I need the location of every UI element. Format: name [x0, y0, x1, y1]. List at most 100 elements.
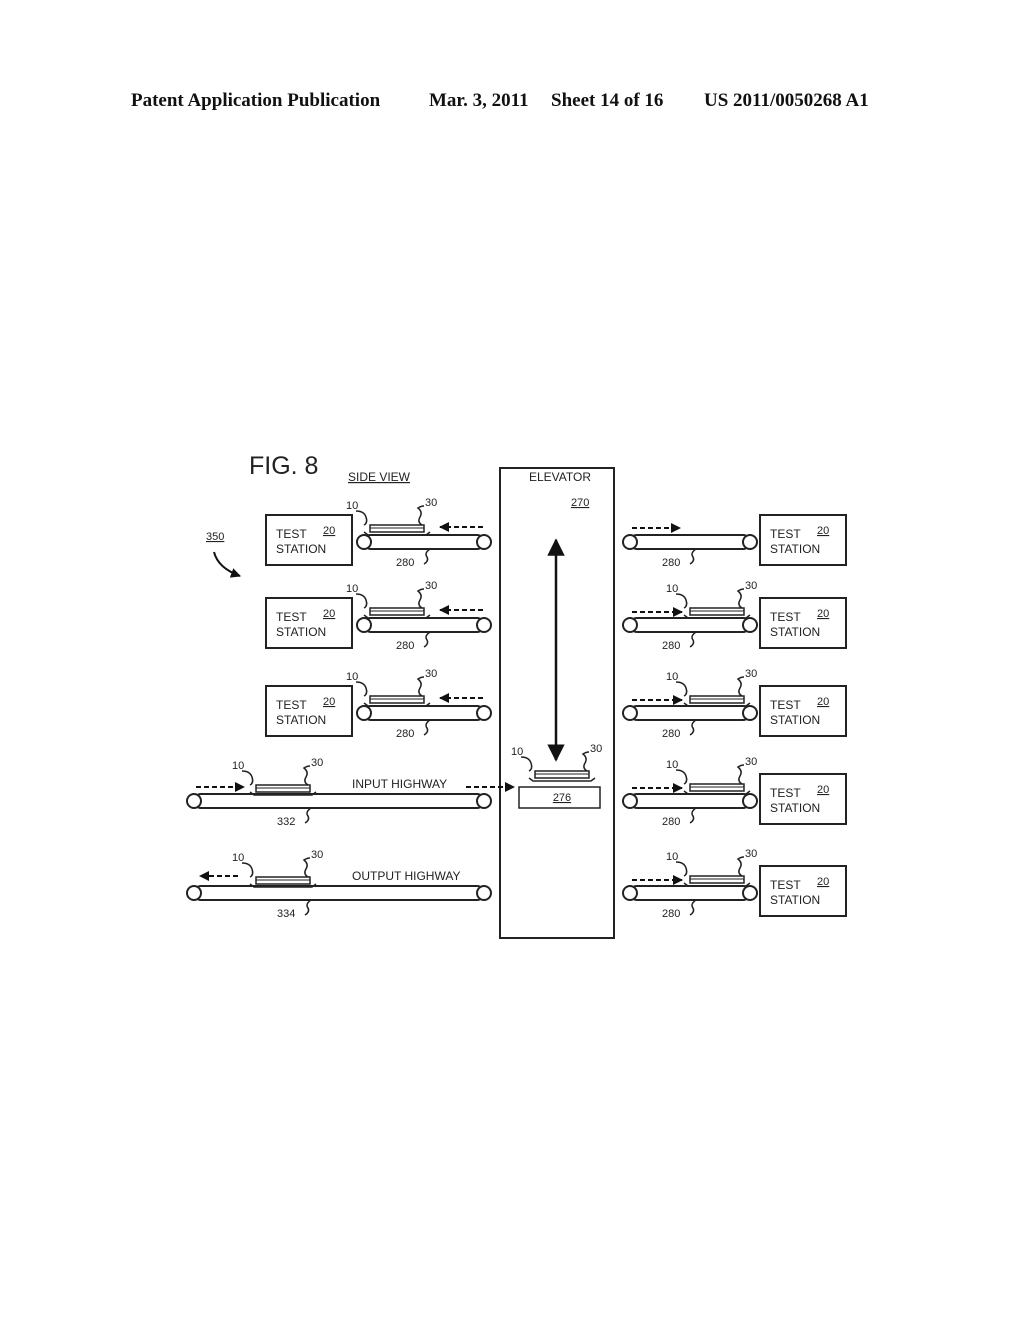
- device-ref-leader: [675, 769, 688, 785]
- test-station-label: TEST: [770, 878, 801, 892]
- conveyor-ref: 280: [662, 640, 680, 652]
- carrier-ref-leader: [302, 765, 311, 786]
- test-station-ref: 20: [817, 608, 829, 620]
- carrier-ref-leader: [581, 751, 590, 772]
- conveyor-roller: [476, 705, 492, 721]
- conveyor-ref: 280: [396, 557, 414, 569]
- carrier-ref: 30: [745, 756, 757, 768]
- conveyor-belt: [193, 885, 485, 901]
- conveyor-belt: [193, 793, 485, 809]
- device-ref-leader: [355, 510, 368, 526]
- conveyor-ref-leader: [423, 719, 431, 736]
- conveyor-belt: [629, 617, 751, 633]
- conveyor-ref-leader: [423, 548, 431, 565]
- carrier-ref-leader: [302, 857, 311, 878]
- conveyor-roller: [622, 793, 638, 809]
- test-station-label: TEST: [276, 527, 307, 541]
- view-label: SIDE VIEW: [348, 470, 411, 484]
- test-station-label: TEST: [770, 610, 801, 624]
- conveyor-roller: [622, 617, 638, 633]
- carrier-ref-leader: [736, 676, 745, 697]
- system-ref-pointer: [213, 551, 241, 578]
- conveyor-roller: [622, 534, 638, 550]
- conveyor-ref: 280: [396, 728, 414, 740]
- device-ref: 10: [346, 500, 358, 512]
- carrier-ref: 30: [425, 497, 437, 509]
- device-ref: 10: [666, 759, 678, 771]
- test-station-label: TEST: [770, 698, 801, 712]
- conveyor-belt: [363, 705, 485, 721]
- device-ref: 10: [232, 852, 244, 864]
- conveyor-ref-leader: [689, 719, 697, 736]
- carrier-ref: 30: [745, 580, 757, 592]
- conveyor-roller: [356, 617, 372, 633]
- conveyor-ref-leader: [304, 899, 312, 916]
- conveyor-roller: [622, 705, 638, 721]
- device-ref-leader: [520, 756, 533, 772]
- figure-title: FIG. 8: [249, 452, 318, 480]
- conveyor-roller: [476, 793, 492, 809]
- conveyor-ref: 280: [662, 816, 680, 828]
- conveyor-roller: [742, 617, 758, 633]
- conveyor-ref-leader: [689, 548, 697, 565]
- carrier-ref-leader: [736, 856, 745, 877]
- test-station-label: STATION: [276, 713, 326, 727]
- conveyor-ref: 280: [662, 557, 680, 569]
- test-station-label: STATION: [276, 625, 326, 639]
- conveyor-belt: [629, 534, 751, 550]
- test-station-ref: 20: [817, 784, 829, 796]
- device-ref: 10: [666, 851, 678, 863]
- carrier-ref: 30: [425, 580, 437, 592]
- conveyor-roller: [742, 885, 758, 901]
- conveyor-roller: [356, 705, 372, 721]
- elevator-platform-ref: 276: [553, 792, 571, 804]
- test-station-label: STATION: [770, 713, 820, 727]
- conveyor-roller: [186, 793, 202, 809]
- test-station-label: TEST: [770, 786, 801, 800]
- device-ref-leader: [675, 681, 688, 697]
- elevator-label: ELEVATOR: [529, 470, 591, 484]
- system-ref: 350: [206, 531, 224, 543]
- device-ref: 10: [511, 746, 523, 758]
- conveyor-ref-leader: [689, 899, 697, 916]
- test-station-label: STATION: [770, 542, 820, 556]
- figure-8-diagram: FIG. 8 SIDE VIEW 350 ELEVATOR 270 276 TE…: [186, 452, 847, 939]
- carrier-ref-leader: [416, 676, 425, 697]
- carrier-ref: 30: [590, 743, 602, 755]
- test-station-label: TEST: [276, 610, 307, 624]
- device-ref: 10: [232, 760, 244, 772]
- carrier-ref: 30: [425, 668, 437, 680]
- conveyor-ref-leader: [689, 631, 697, 648]
- conveyor-ref: 280: [662, 728, 680, 740]
- carrier-ref-leader: [736, 764, 745, 785]
- conveyor-roller: [476, 885, 492, 901]
- test-station-label: STATION: [770, 893, 820, 907]
- conveyor-ref: 334: [277, 908, 295, 920]
- conveyor-belt: [363, 617, 485, 633]
- conveyor-belt: [629, 705, 751, 721]
- conveyor-belt: [629, 885, 751, 901]
- test-station-ref: 20: [323, 696, 335, 708]
- test-station-ref: 20: [323, 525, 335, 537]
- conveyor-roller: [742, 534, 758, 550]
- carrier-ref-leader: [416, 505, 425, 526]
- conveyor-roller: [476, 534, 492, 550]
- conveyor-belt: [629, 793, 751, 809]
- device-ref-leader: [355, 593, 368, 609]
- conveyor-ref: 280: [396, 640, 414, 652]
- test-station-ref: 20: [817, 525, 829, 537]
- carrier-ref: 30: [311, 849, 323, 861]
- conveyor-roller: [742, 705, 758, 721]
- test-station-label: STATION: [770, 625, 820, 639]
- conveyor-roller: [622, 885, 638, 901]
- device-ref: 10: [346, 583, 358, 595]
- conveyor-roller: [186, 885, 202, 901]
- test-station-ref: 20: [817, 876, 829, 888]
- output-highway-label: OUTPUT HIGHWAY: [352, 869, 460, 883]
- device-ref-leader: [355, 681, 368, 697]
- carrier-ref: 30: [745, 668, 757, 680]
- device-ref: 10: [346, 671, 358, 683]
- device-ref: 10: [666, 583, 678, 595]
- conveyor-belt: [363, 534, 485, 550]
- conveyor-ref: 280: [662, 908, 680, 920]
